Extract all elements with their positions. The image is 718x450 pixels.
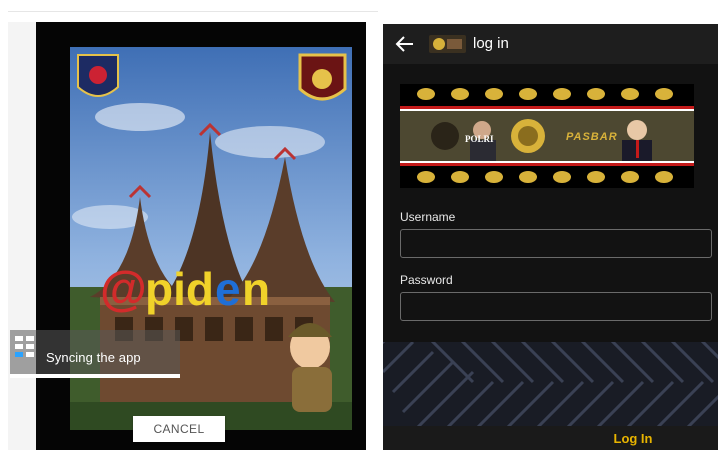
page-title: log in [473,35,509,52]
login-screen: log in POLRI PASBAR Username Password Lo… [383,24,718,450]
svg-text:e: e [215,263,241,315]
app-toolbar: log in [383,24,718,64]
splash-screen: @ pid e n Syncing the app CANCEL [0,0,381,450]
sync-status-text: Syncing the app [46,350,141,365]
username-label: Username [400,210,456,224]
banner-caption-left: POLRI [465,134,494,144]
password-label: Password [400,273,453,287]
username-field[interactable] [400,229,712,258]
svg-text:@: @ [100,263,147,316]
arrow-left-icon[interactable] [395,35,415,53]
side-strip [8,22,36,450]
decorative-pattern [383,342,718,426]
svg-text:pid: pid [145,263,214,315]
cancel-button[interactable]: CANCEL [133,416,225,442]
login-button[interactable]: Log In [583,426,683,450]
divider [8,11,378,12]
sync-progress-bar [10,374,180,378]
app-logo [429,35,466,53]
header-banner: POLRI PASBAR [400,84,694,188]
banner-caption-right: PASBAR [566,131,618,143]
svg-text:n: n [242,263,270,315]
password-field[interactable] [400,292,712,321]
grid-icon [14,334,36,364]
